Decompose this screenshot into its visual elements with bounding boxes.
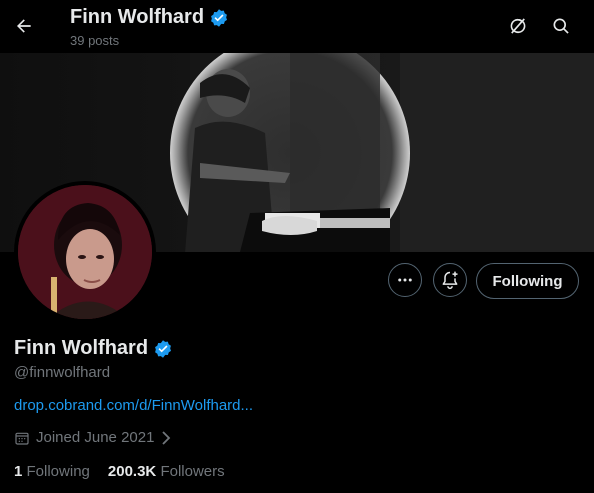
- profile-name-row: Finn Wolfhard: [14, 337, 173, 360]
- profile-name: Finn Wolfhard: [14, 337, 149, 359]
- notifications-button[interactable]: [433, 263, 467, 297]
- header-title: Finn Wolfhard: [70, 6, 229, 29]
- profile-stats: 1 Following 200.3K Followers: [14, 463, 225, 480]
- profile-website-link[interactable]: drop.cobrand.com/d/FinnWolfhard...: [14, 397, 253, 414]
- chevron-right-icon: [162, 430, 171, 445]
- refresh-button[interactable]: [503, 11, 533, 41]
- verified-badge-icon: [211, 8, 228, 27]
- profile-header: Finn Wolfhard 39 posts: [0, 0, 594, 53]
- followers-label: Followers: [160, 463, 225, 480]
- following-count: 1: [14, 463, 23, 480]
- following-button[interactable]: Following: [476, 263, 579, 299]
- search-icon: [553, 18, 569, 34]
- following-label: Following: [26, 463, 90, 480]
- more-button[interactable]: [388, 263, 422, 297]
- more-icon: [398, 278, 412, 282]
- following-stat[interactable]: 1 Following: [14, 463, 90, 480]
- notification-add-icon: [442, 271, 458, 290]
- verified-badge-icon[interactable]: [153, 339, 173, 359]
- header-name: Finn Wolfhard: [70, 6, 205, 28]
- profile-handle: @finnwolfhard: [14, 364, 111, 381]
- joined-label: Joined June 2021: [36, 429, 155, 446]
- followers-count: 200.3K: [107, 463, 157, 480]
- post-count: 39 posts: [70, 33, 120, 48]
- back-button[interactable]: [9, 11, 39, 41]
- joined-date[interactable]: Joined June 2021: [14, 429, 172, 446]
- calendar-icon: [15, 432, 29, 445]
- refresh-icon: [510, 18, 526, 34]
- avatar-photo: [18, 185, 152, 319]
- back-arrow-icon: [17, 19, 31, 33]
- followers-stat[interactable]: 200.3K Followers: [108, 463, 225, 480]
- search-button[interactable]: [546, 11, 576, 41]
- avatar[interactable]: [18, 185, 152, 319]
